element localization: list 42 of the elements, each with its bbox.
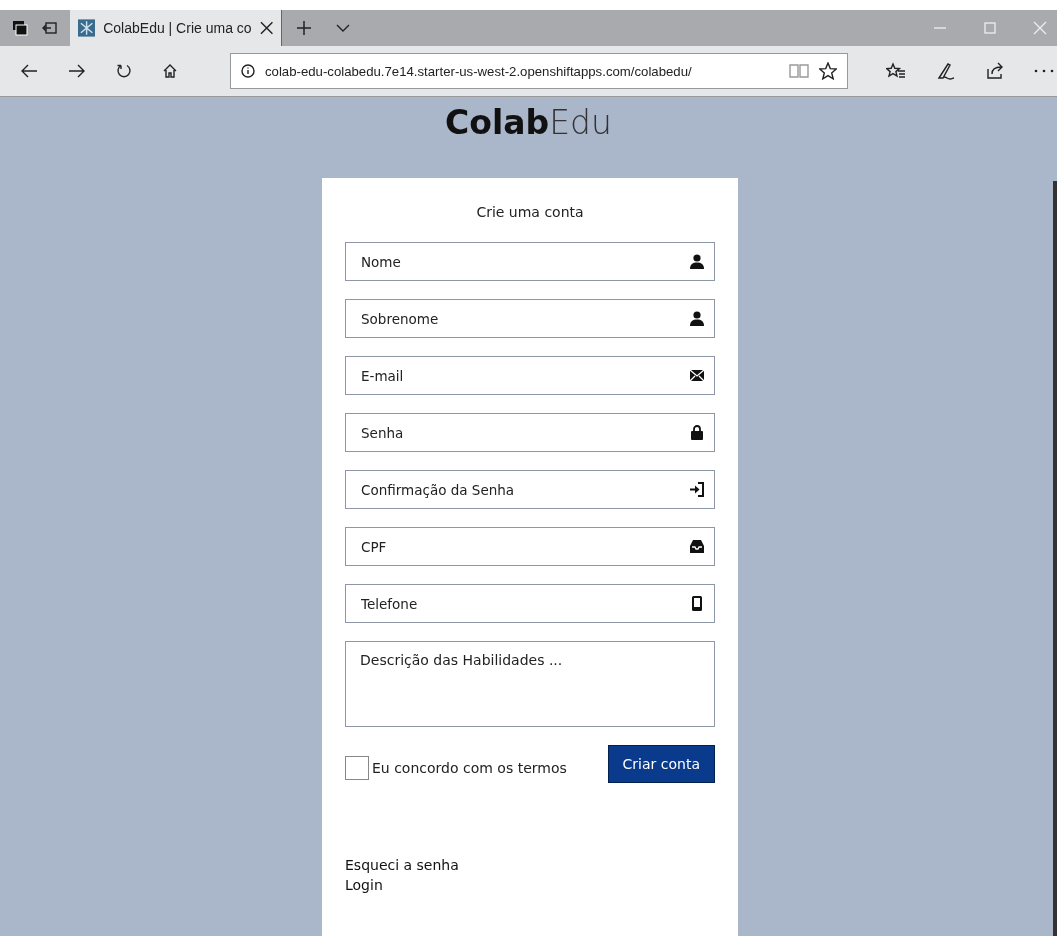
input-field[interactable]: Confirmação da Senha — [345, 470, 715, 509]
input-field[interactable]: Senha — [345, 413, 715, 452]
input-field[interactable]: Nome — [345, 242, 715, 281]
address-bar[interactable]: colab-edu-colabedu.7e14.starter-us-west-2.openshiftapps.com/colabedu/ — [230, 53, 848, 89]
link[interactable]: Login — [345, 877, 383, 893]
phone-icon — [689, 595, 705, 612]
description-field[interactable]: Descrição das Habilidades ... — [345, 641, 715, 727]
create-account-button[interactable]: Criar conta — [607, 745, 715, 783]
share-icon[interactable] — [986, 62, 1004, 80]
chevron-down-icon[interactable] — [336, 24, 350, 32]
input-field[interactable]: E-mail — [345, 356, 715, 395]
new-tab-icon[interactable] — [296, 20, 312, 36]
person-icon — [689, 310, 705, 327]
input-field[interactable]: Telefone — [345, 584, 715, 623]
close-icon[interactable] — [259, 21, 273, 35]
browser-tab[interactable]: ColabEdu | Crie uma co — [70, 10, 282, 46]
refresh-icon[interactable] — [116, 63, 132, 79]
logo: ColabEdu — [445, 103, 612, 142]
person-icon — [689, 253, 705, 270]
tab-list-icon[interactable] — [42, 20, 58, 36]
home-icon[interactable] — [162, 63, 178, 79]
terms-checkbox[interactable] — [345, 756, 369, 780]
favicon-icon — [78, 19, 96, 37]
lock-icon — [689, 424, 705, 441]
windows-icon[interactable] — [12, 20, 28, 36]
star-icon[interactable] — [819, 62, 837, 80]
input-field[interactable]: Sobrenome — [345, 299, 715, 338]
form-title: Crie uma conta — [475, 204, 585, 220]
tab-title: ColabEdu | Crie uma co — [103, 20, 252, 36]
more-icon[interactable] — [1034, 69, 1054, 73]
info-icon[interactable] — [241, 64, 255, 78]
back-icon[interactable] — [20, 63, 38, 79]
link[interactable]: Esqueci a senha — [345, 857, 459, 873]
terms-label: Eu concordo com os termos — [372, 760, 567, 776]
envelope-icon — [689, 367, 705, 384]
reading-view-icon[interactable] — [789, 63, 809, 79]
login-icon — [689, 481, 705, 498]
pen-icon[interactable] — [936, 62, 956, 80]
input-field[interactable]: CPF — [345, 527, 715, 566]
forward-icon[interactable] — [68, 63, 86, 79]
url-text: colab-edu-colabedu.7e14.starter-us-west-2.openshiftapps.com/colabedu/ — [265, 63, 693, 79]
favorites-icon[interactable] — [886, 62, 906, 80]
